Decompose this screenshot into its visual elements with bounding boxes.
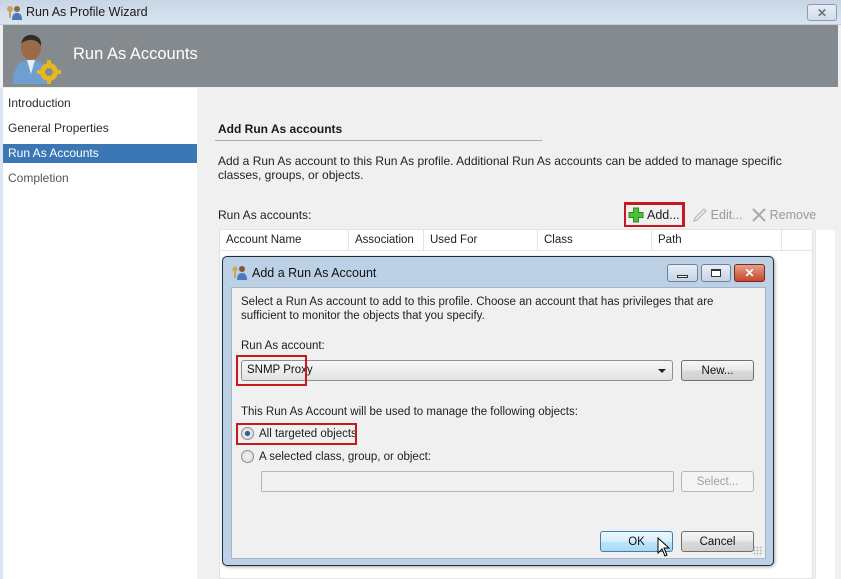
wizard-steps-nav: Introduction General Properties Run As A…	[3, 88, 197, 579]
banner-title: Run As Accounts	[73, 45, 198, 63]
maximize-icon	[711, 269, 721, 277]
section-description: Add a Run As account to this Run As prof…	[218, 154, 782, 182]
window-titlebar: Run As Profile Wizard ✕	[0, 0, 841, 25]
resize-grip[interactable]	[753, 546, 763, 556]
add-account-label: Add...	[647, 208, 680, 222]
column-header-used-for[interactable]: Used For	[424, 230, 538, 251]
grid-header: Account Name Association Used For Class …	[220, 230, 812, 251]
dialog-title: Add a Run As Account	[252, 266, 377, 280]
dialog-maximize-button[interactable]	[701, 264, 731, 282]
mouse-cursor-icon	[657, 537, 671, 557]
wizard-banner: Run As Accounts	[3, 25, 838, 87]
edit-account-label: Edit...	[710, 208, 743, 222]
remove-account-label: Remove	[769, 208, 817, 222]
wizard-right-edge	[815, 230, 835, 579]
add-run-as-account-dialog: Add a Run As Account ✕ Select a Run As a…	[222, 256, 774, 566]
radio-checked-icon[interactable]	[241, 427, 254, 440]
run-as-profile-icon	[7, 6, 22, 20]
column-header-path[interactable]: Path	[652, 230, 782, 251]
new-account-button[interactable]: New...	[681, 360, 754, 381]
section-divider	[215, 140, 542, 141]
run-as-accounts-label: Run As accounts:	[218, 208, 312, 222]
cancel-button[interactable]: Cancel	[681, 531, 754, 552]
dialog-close-button[interactable]: ✕	[734, 264, 765, 282]
run-as-account-dropdown[interactable]: SNMP Proxy	[241, 360, 673, 381]
window-title: Run As Profile Wizard	[26, 5, 148, 19]
column-header-account-name[interactable]: Account Name	[220, 230, 349, 251]
window-close-button[interactable]: ✕	[807, 4, 837, 21]
close-icon: ✕	[744, 266, 755, 280]
nav-item-introduction[interactable]: Introduction	[3, 94, 197, 113]
column-header-class[interactable]: Class	[538, 230, 652, 251]
accounts-toolbar: Add... Edit... Remove	[624, 203, 824, 227]
selected-object-field[interactable]	[261, 471, 674, 492]
dialog-minimize-button[interactable]	[667, 264, 698, 282]
edit-account-button[interactable]: Edit...	[692, 207, 743, 223]
dropdown-arrow-icon	[658, 369, 666, 373]
user-gear-icon	[13, 34, 61, 84]
minimize-icon	[677, 274, 688, 278]
all-targeted-objects-option[interactable]: All targeted objects	[241, 427, 357, 440]
dialog-titlebar: Add a Run As Account ✕	[223, 257, 773, 286]
pencil-icon	[692, 208, 707, 222]
selected-class-label: A selected class, group, or object:	[259, 450, 431, 463]
run-as-account-label: Run As account:	[241, 340, 325, 352]
radio-unchecked-icon[interactable]	[241, 450, 254, 463]
nav-item-general-properties[interactable]: General Properties	[3, 119, 197, 138]
all-targeted-objects-label: All targeted objects	[259, 427, 357, 440]
run-as-account-value: SNMP Proxy	[247, 364, 313, 376]
dialog-body: Select a Run As account to add to this p…	[231, 287, 766, 559]
nav-item-run-as-accounts[interactable]: Run As Accounts	[3, 144, 197, 163]
selected-class-option[interactable]: A selected class, group, or object:	[241, 450, 431, 463]
run-as-account-icon	[232, 266, 247, 280]
section-title: Add Run As accounts	[218, 122, 343, 136]
nav-item-completion[interactable]: Completion	[3, 169, 197, 188]
add-account-button[interactable]: Add...	[624, 203, 684, 227]
select-object-button[interactable]: Select...	[681, 471, 754, 492]
remove-account-button[interactable]: Remove	[751, 207, 817, 223]
dialog-description: Select a Run As account to add to this p…	[241, 296, 714, 322]
column-header-association[interactable]: Association	[349, 230, 424, 251]
close-icon: ✕	[816, 5, 828, 20]
objects-label: This Run As Account will be used to mana…	[241, 406, 578, 418]
plus-icon	[628, 207, 644, 223]
remove-x-icon	[751, 208, 766, 222]
